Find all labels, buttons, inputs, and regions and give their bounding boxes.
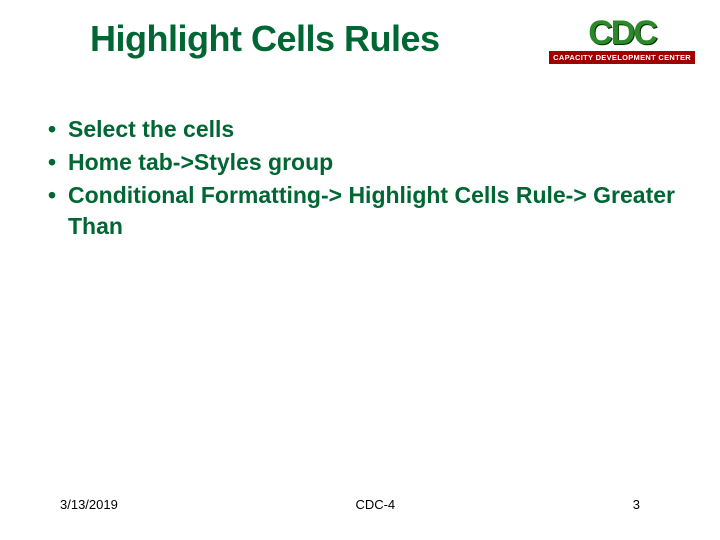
bullet-list: Select the cells Home tab->Styles group … (40, 114, 680, 242)
list-item: Select the cells (40, 114, 680, 145)
slide-footer: 3/13/2019 CDC-4 3 (0, 497, 720, 512)
footer-center: CDC-4 (118, 497, 633, 512)
list-item: Conditional Formatting-> Highlight Cells… (40, 180, 680, 242)
logo-subtitle: CAPACITY DEVELOPMENT CENTER (549, 51, 695, 64)
footer-page-number: 3 (633, 497, 660, 512)
slide-title: Highlight Cells Rules (90, 18, 440, 60)
logo-abbrev: CDC (588, 18, 656, 49)
footer-date: 3/13/2019 (60, 497, 118, 512)
cdc-logo: CDC CAPACITY DEVELOPMENT CENTER (549, 18, 695, 64)
list-item: Home tab->Styles group (40, 147, 680, 178)
